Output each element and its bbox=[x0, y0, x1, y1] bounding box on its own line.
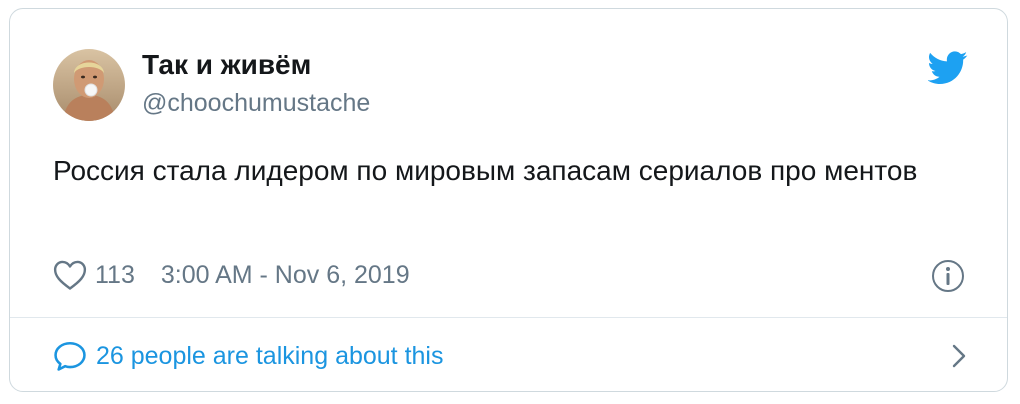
talking-count-label[interactable]: 26 people are talking about this bbox=[96, 342, 443, 371]
timestamp[interactable]: 3:00 AM - Nov 6, 2019 bbox=[161, 261, 410, 290]
tweet-meta: 113 3:00 AM - Nov 6, 2019 bbox=[53, 257, 410, 293]
heart-icon[interactable] bbox=[53, 259, 87, 291]
info-icon[interactable] bbox=[931, 259, 965, 293]
author-name[interactable]: Так и живём bbox=[142, 49, 311, 81]
tweet-text: Россия стала лидером по мировым запасам … bbox=[53, 155, 918, 186]
speech-bubble-icon bbox=[54, 341, 86, 371]
twitter-bird-icon[interactable] bbox=[928, 51, 968, 85]
divider bbox=[10, 317, 1007, 318]
avatar-image bbox=[53, 49, 125, 121]
like-count[interactable]: 113 bbox=[95, 261, 135, 290]
avatar[interactable] bbox=[53, 49, 125, 121]
chevron-right-icon[interactable] bbox=[950, 343, 968, 369]
author-handle[interactable]: @choochumustache bbox=[142, 89, 370, 118]
conversation-link[interactable]: 26 people are talking about this bbox=[53, 337, 968, 375]
tweet-card[interactable]: Так и живём @choochumustache Россия стал… bbox=[9, 8, 1008, 392]
